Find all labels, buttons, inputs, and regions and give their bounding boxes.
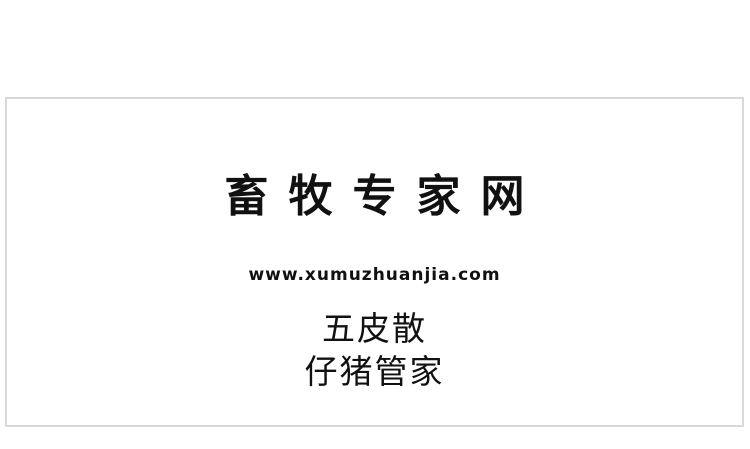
site-url: www.xumuzhuanjia.com (248, 265, 501, 285)
site-title: 畜牧专家网 (224, 171, 545, 222)
product-name: 五皮散 (322, 309, 427, 348)
product-card: 畜牧专家网 www.xumuzhuanjia.com 五皮散 仔猪管家 (5, 97, 744, 427)
product-subtitle: 仔猪管家 (304, 352, 445, 391)
